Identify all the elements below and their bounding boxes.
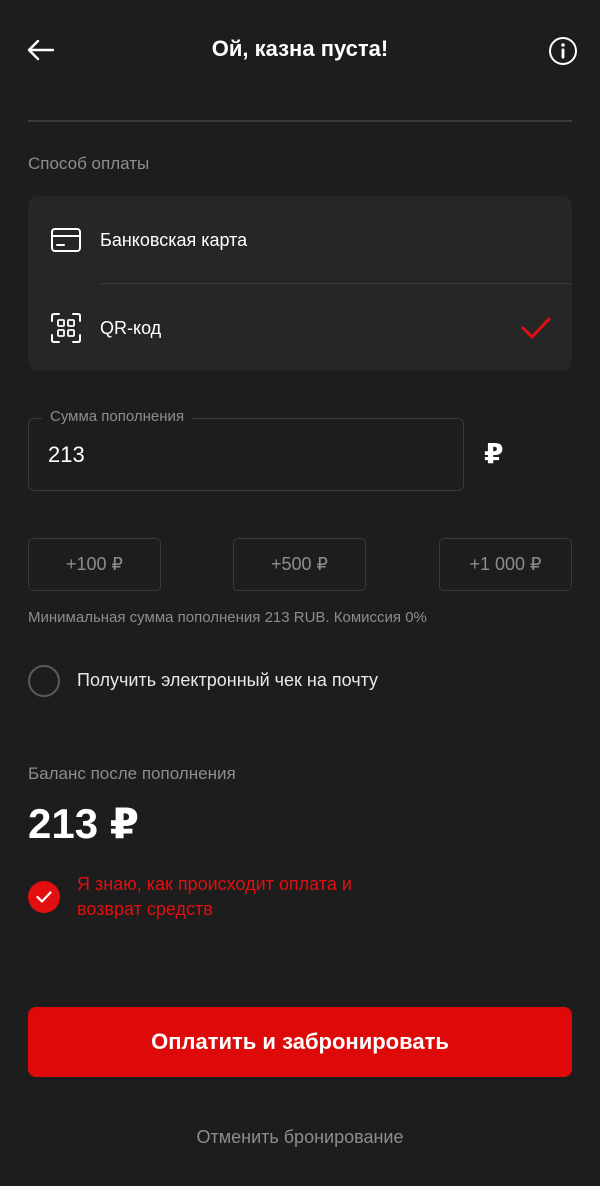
payment-method-list: Банковская карта QR-код xyxy=(28,196,572,371)
currency-sign: ₽ xyxy=(484,438,504,469)
quick-add-500-button[interactable]: +500 ₽ xyxy=(233,538,366,591)
check-icon xyxy=(36,891,52,903)
arrow-left-icon xyxy=(27,39,54,61)
header-divider xyxy=(28,120,572,122)
payment-option-card[interactable]: Банковская карта xyxy=(28,196,572,283)
agreement-checkbox[interactable] xyxy=(28,881,60,913)
min-amount-note: Минимальная сумма пополнения 213 RUB. Ко… xyxy=(28,609,427,626)
agreement-link[interactable]: Я знаю, как происходит оплата и возврат … xyxy=(77,872,377,922)
balance-value: 213 ₽ xyxy=(28,800,139,847)
amount-input[interactable] xyxy=(48,437,448,473)
qr-code-icon xyxy=(50,312,82,344)
credit-card-icon xyxy=(50,224,82,256)
info-icon xyxy=(549,37,577,65)
balance-label: Баланс после пополнения xyxy=(28,764,236,783)
amount-field-label: Сумма пополнения xyxy=(42,407,193,427)
payment-option-label: QR-код xyxy=(100,317,162,338)
receipt-radio[interactable] xyxy=(28,665,60,697)
payment-option-label: Банковская карта xyxy=(100,229,248,250)
page-title: Ой, казна пуста! xyxy=(211,36,389,61)
back-button[interactable] xyxy=(20,30,60,70)
quick-add-100-button[interactable]: +100 ₽ xyxy=(28,538,161,591)
quick-add-1000-button[interactable]: +1 000 ₽ xyxy=(439,538,572,591)
info-button[interactable] xyxy=(548,36,578,66)
checkmark-icon xyxy=(520,312,552,344)
cancel-booking-link[interactable]: Отменить бронирование xyxy=(28,1124,572,1150)
payment-method-label: Способ оплаты xyxy=(28,154,150,173)
pay-and-book-button[interactable]: Оплатить и забронировать xyxy=(28,1007,572,1077)
payment-option-qr[interactable]: QR-код xyxy=(28,284,572,371)
receipt-label[interactable]: Получить электронный чек на почту xyxy=(77,668,378,692)
